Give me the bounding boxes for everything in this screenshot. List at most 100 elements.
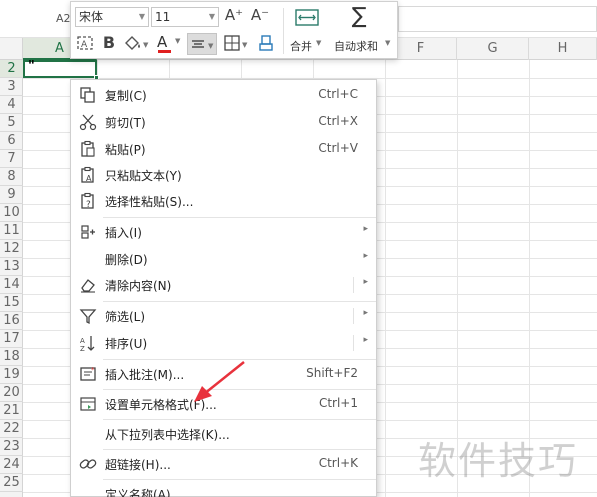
chevron-down-icon: ▼ [175, 37, 181, 45]
menu-item-hyperlink[interactable]: 超链接(H)... Ctrl+K [71, 451, 376, 477]
row-header-12[interactable]: 12 [0, 240, 23, 258]
align-button[interactable]: ▼ [187, 33, 217, 55]
borders-button[interactable]: ▼ [221, 33, 251, 55]
scissors-icon [79, 114, 97, 131]
row-header-10[interactable]: 10 [0, 204, 23, 222]
row-header-16[interactable]: 16 [0, 312, 23, 330]
menu-item-delete[interactable]: 删除(D) ▸ [71, 246, 376, 272]
copy-icon [80, 87, 95, 103]
align-center-icon: ▼ [192, 40, 214, 50]
menu-item-label: 只粘贴文本(Y) [105, 169, 182, 183]
menu-item-paste[interactable]: 粘贴(P) Ctrl+V [71, 136, 376, 162]
font-size-select[interactable]: 11 ▼ [151, 7, 219, 27]
decrease-font-icon: A⁻ [250, 6, 270, 24]
row-header-23[interactable]: 23 [0, 438, 23, 456]
menu-item-shortcut: Shift+F2 [306, 366, 358, 380]
name-box[interactable]: A2 [56, 12, 71, 25]
merge-button[interactable] [289, 6, 325, 34]
row-header-13[interactable]: 13 [0, 258, 23, 276]
chevron-right-icon: ▸ [363, 335, 368, 345]
cell-a2-value: " [28, 59, 35, 74]
row-header-14[interactable]: 14 [0, 276, 23, 294]
column-h-header[interactable]: H [529, 38, 597, 60]
menu-item-insert[interactable]: 插入(I) ▸ [71, 219, 376, 245]
svg-text:▼: ▼ [143, 41, 149, 49]
menu-item-filter[interactable]: 筛选(L) ▸ [71, 303, 376, 329]
row-header-24[interactable]: 24 [0, 456, 23, 474]
row-header-8[interactable]: 8 [0, 168, 23, 186]
eraser-icon [259, 35, 273, 51]
row-header-11[interactable]: 11 [0, 222, 23, 240]
menu-item-cut[interactable]: 剪切(T) Ctrl+X [71, 109, 376, 135]
menu-separator [103, 479, 376, 480]
row-header-7[interactable]: 7 [0, 150, 23, 168]
row-header-4[interactable]: 4 [0, 96, 23, 114]
menu-item-copy[interactable]: 复制(C) Ctrl+C [71, 82, 376, 108]
menu-item-label: 定义名称(A)... [105, 488, 183, 497]
clipboard-icon [81, 140, 95, 157]
bold-button[interactable]: B [99, 33, 119, 55]
font-color-button[interactable]: A ▼ [155, 33, 185, 55]
column-g-header[interactable]: G [457, 38, 529, 60]
menu-item-label: 插入批注(M)... [105, 368, 185, 382]
merge-label[interactable]: 合并 [290, 38, 312, 54]
menu-item-label: 清除内容(N) [105, 279, 172, 293]
menu-item-shortcut: Ctrl+1 [318, 396, 358, 410]
increase-font-size-button[interactable]: A⁺ [223, 6, 245, 28]
menu-item-label: 从下拉列表中选择(K)... [105, 428, 230, 442]
mini-toolbar: 宋体 ▼ 11 ▼ A⁺ A⁻ A B ▼ A ▼ ▼ ▼ 合并 ▼ ∑ 自动求… [70, 1, 398, 59]
menu-item-shortcut: Ctrl+X [318, 114, 358, 128]
row-header-18[interactable]: 18 [0, 348, 23, 366]
row-header-22[interactable]: 22 [0, 420, 23, 438]
row-header-6[interactable]: 6 [0, 132, 23, 150]
svg-text:*: * [91, 366, 95, 374]
select-all-corner[interactable] [0, 38, 23, 60]
row-header-15[interactable]: 15 [0, 294, 23, 312]
active-cell-a2[interactable]: " [23, 59, 99, 80]
chevron-down-icon: ▼ [385, 39, 391, 47]
font-name-select[interactable]: 宋体 ▼ [75, 7, 149, 27]
paste-text-icon: A [81, 166, 94, 183]
fill-color-button[interactable]: ▼ [121, 34, 151, 54]
row-header-20[interactable]: 20 [0, 384, 23, 402]
merge-cells-icon [295, 9, 319, 26]
menu-item-sort[interactable]: AZ 排序(U) ▸ [71, 330, 376, 356]
row-header-17[interactable]: 17 [0, 330, 23, 348]
menu-item-paste-text[interactable]: A 只粘贴文本(Y) [71, 162, 376, 188]
annotation-arrow [194, 361, 245, 402]
format-painter-button[interactable]: A [75, 34, 95, 54]
svg-text:?: ? [86, 200, 91, 210]
menu-item-label: 粘贴(P) [105, 143, 146, 157]
brush-icon: A [77, 36, 93, 50]
font-color-swatch [158, 50, 171, 53]
row-header-3[interactable]: 3 [0, 78, 23, 96]
clear-format-button[interactable] [255, 33, 277, 55]
menu-item-label: 排序(U) [105, 337, 148, 351]
row-header-25[interactable]: 25 [0, 474, 23, 492]
font-size-value: 11 [155, 10, 171, 24]
formula-input[interactable] [398, 6, 597, 32]
filter-icon [79, 309, 97, 325]
chevron-right-icon: ▸ [363, 251, 368, 261]
row-header-21[interactable]: 21 [0, 402, 23, 420]
decrease-font-size-button[interactable]: A⁻ [249, 6, 271, 28]
menu-item-label: 剪切(T) [105, 116, 146, 130]
menu-item-define-name[interactable]: 定义名称(A)... [71, 481, 376, 497]
row-header-5[interactable]: 5 [0, 114, 23, 132]
menu-item-clear[interactable]: 清除内容(N) ▸ [71, 272, 376, 298]
svg-text:Z: Z [80, 345, 85, 352]
font-color-icon: A [157, 33, 168, 51]
autosum-button[interactable]: ∑ [343, 4, 375, 34]
row-header-19[interactable]: 19 [0, 366, 23, 384]
row-header-2[interactable]: 2 [0, 60, 23, 78]
menu-item-paste-special[interactable]: ? 选择性粘贴(S)... [71, 188, 376, 214]
svg-text:A: A [80, 337, 85, 345]
autosum-label[interactable]: 自动求和 [334, 38, 378, 54]
menu-separator [103, 301, 376, 302]
paint-bucket-icon: ▼ [125, 36, 149, 50]
svg-text:A: A [81, 40, 88, 50]
font-name-value: 宋体 [79, 10, 104, 24]
menu-separator [103, 419, 376, 420]
row-header-9[interactable]: 9 [0, 186, 23, 204]
menu-item-pick-list[interactable]: 从下拉列表中选择(K)... [71, 421, 376, 447]
